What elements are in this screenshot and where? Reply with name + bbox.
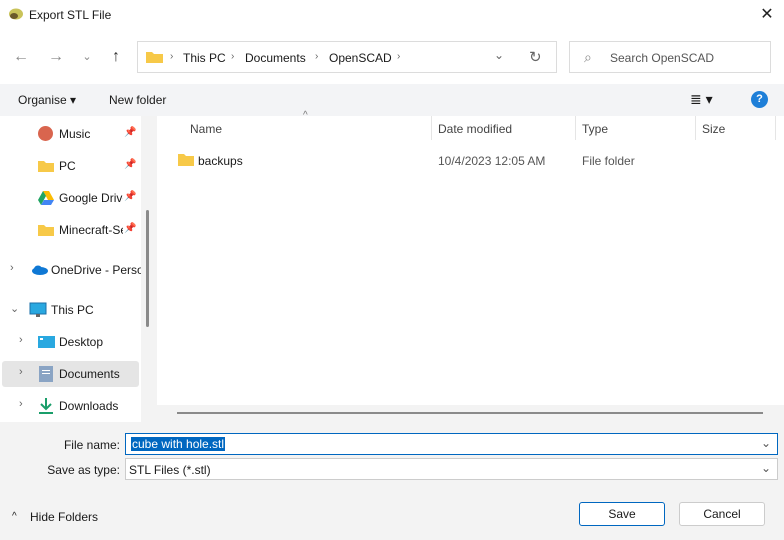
folder-icon (38, 225, 54, 236)
documents-icon (39, 366, 53, 382)
column-divider[interactable] (431, 116, 432, 140)
search-input[interactable]: Search OpenSCAD (610, 51, 714, 65)
search-icon: ⌕ (584, 49, 592, 65)
search-box[interactable]: ⌕ Search OpenSCAD (569, 41, 771, 73)
view-options-button[interactable]: ≣ ▾ (690, 91, 713, 108)
column-divider[interactable] (575, 116, 576, 140)
music-icon (38, 126, 53, 141)
breadcrumb-separator: › (397, 51, 401, 62)
organise-menu[interactable]: Organise ▾ (18, 93, 76, 107)
breadcrumb-separator: › (231, 51, 235, 62)
horizontal-scrollbar[interactable] (177, 412, 763, 414)
desktop-icon (38, 336, 55, 348)
folder-icon (38, 161, 54, 172)
cancel-button[interactable]: Cancel (679, 502, 765, 526)
pin-icon: 📌 (124, 223, 137, 234)
help-icon[interactable]: ? (751, 91, 768, 108)
up-button[interactable]: ↑ (105, 46, 127, 68)
pin-icon: 📌 (124, 191, 137, 202)
dropdown-chevron-icon[interactable]: ⌄ (761, 461, 771, 475)
file-row[interactable]: backups 10/4/2023 12:05 AM File folder (170, 148, 770, 172)
collapse-chevron-icon[interactable]: ⌄ (10, 302, 19, 315)
this-pc-icon (29, 302, 47, 317)
onedrive-icon (32, 265, 48, 275)
sidebar-item-onedrive[interactable]: › OneDrive - Personal (2, 257, 141, 283)
sidebar-item-pc[interactable]: PC 📌 (2, 153, 139, 179)
column-divider[interactable] (695, 116, 696, 140)
sidebar-item-music[interactable]: Music 📌 (2, 121, 139, 147)
forward-button[interactable]: → (45, 46, 67, 68)
expand-chevron-icon[interactable]: › (10, 262, 14, 274)
sidebar-item-this-pc[interactable]: ⌄ This PC (2, 297, 139, 323)
save-button[interactable]: Save (579, 502, 665, 526)
window-title: Export STL File (29, 8, 112, 22)
back-button[interactable]: ← (10, 46, 32, 68)
navigation-pane: Music 📌 PC 📌 Google Drive 📌 Minecraft-Se… (0, 116, 141, 422)
breadcrumb-separator: › (315, 51, 319, 62)
file-type: File folder (582, 154, 635, 168)
hide-folders-button[interactable]: Hide Folders (30, 510, 98, 524)
close-button[interactable]: ✕ (754, 4, 780, 26)
refresh-icon[interactable]: ↻ (529, 48, 542, 66)
pin-icon: 📌 (124, 127, 137, 138)
sidebar-scroll-track (141, 116, 157, 422)
sidebar-item-desktop[interactable]: › Desktop (2, 329, 139, 355)
dialog-footer: File name: cube with hole.stl ⌄ Save as … (0, 422, 784, 540)
sidebar-item-documents[interactable]: › Documents (2, 361, 139, 387)
title-bar: Export STL File ✕ (0, 0, 784, 30)
sort-ascending-icon: ^ (303, 110, 308, 121)
sidebar-item-google-drive[interactable]: Google Drive 📌 (2, 185, 139, 211)
breadcrumb-separator: › (170, 51, 174, 62)
folder-icon (146, 52, 163, 63)
column-divider[interactable] (775, 116, 776, 140)
sidebar-item-minecraft-server[interactable]: Minecraft-Server 📌 (2, 217, 139, 243)
expand-chevron-icon[interactable]: › (19, 398, 23, 410)
command-bar: Organise ▾ New folder ≣ ▾ ? (0, 84, 784, 116)
breadcrumb-documents[interactable]: Documents (245, 51, 306, 65)
column-header-date-modified[interactable]: Date modified (438, 122, 512, 136)
expand-chevron-icon[interactable]: › (19, 334, 23, 346)
save-as-type-value: STL Files (*.stl) (129, 463, 211, 477)
file-name-value: cube with hole.stl (131, 437, 226, 451)
column-header-type[interactable]: Type (582, 122, 608, 136)
file-name: backups (198, 154, 243, 168)
file-name-label: File name: (63, 438, 120, 452)
pin-icon: 📌 (124, 159, 137, 170)
save-as-type-label: Save as type: (47, 463, 120, 477)
dropdown-chevron-icon[interactable]: ⌄ (761, 436, 771, 450)
downloads-icon (39, 398, 53, 414)
sidebar-scrollbar[interactable] (146, 210, 149, 327)
sidebar-item-downloads[interactable]: › Downloads (2, 393, 139, 419)
folder-icon (178, 154, 194, 166)
save-as-type-select[interactable]: STL Files (*.stl) ⌄ (125, 458, 778, 480)
column-header-name[interactable]: Name (190, 122, 222, 136)
address-bar[interactable]: › This PC › Documents › OpenSCAD › ⌄ ↻ (137, 41, 557, 73)
address-dropdown-icon[interactable]: ⌄ (494, 48, 504, 62)
expand-chevron-icon[interactable]: › (19, 366, 23, 378)
chevron-up-icon[interactable]: ^ (12, 511, 17, 522)
new-folder-button[interactable]: New folder (109, 93, 166, 107)
file-date: 10/4/2023 12:05 AM (438, 154, 546, 168)
file-name-input[interactable]: cube with hole.stl ⌄ (125, 433, 778, 455)
column-header-size[interactable]: Size (702, 122, 725, 136)
breadcrumb-openscad[interactable]: OpenSCAD (329, 51, 392, 65)
breadcrumb-this-pc[interactable]: This PC (183, 51, 226, 65)
openscad-app-icon (9, 8, 23, 20)
recent-locations-button[interactable]: ⌄ (76, 46, 98, 68)
google-drive-icon (38, 191, 54, 205)
